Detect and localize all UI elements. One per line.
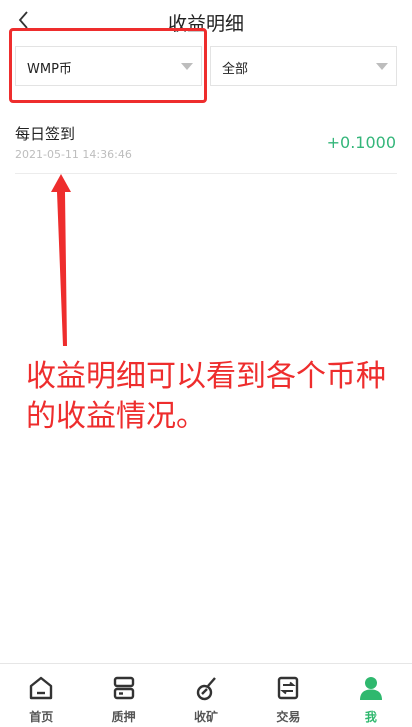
tab-label: 交易: [276, 710, 301, 724]
type-select[interactable]: 全部: [210, 46, 397, 86]
record-time: 2021-05-11 14:36:46: [15, 148, 132, 161]
bottom-tab-bar: 首页 质押 收矿 交易 我: [0, 663, 412, 727]
annotation-text: 收益明细可以看到各个币种的收益情况。: [26, 359, 386, 434]
caret-down-icon: [376, 63, 388, 70]
annotation-highlight-box: [9, 28, 207, 103]
trade-icon: [278, 676, 299, 700]
profile-icon: [359, 677, 382, 700]
tab-label: 质押: [111, 710, 136, 724]
tab-label: 首页: [29, 710, 54, 724]
home-icon: [30, 676, 53, 700]
tab-profile[interactable]: 我: [330, 664, 412, 727]
tab-pledge[interactable]: 质押: [82, 664, 164, 727]
record-amount: +0.1000: [326, 133, 396, 152]
mining-icon: [196, 677, 216, 701]
tab-trade[interactable]: 交易: [247, 664, 329, 727]
tab-label: 收矿: [194, 710, 219, 724]
tab-mining[interactable]: 收矿: [165, 664, 247, 727]
list-item: 每日签到 2021-05-11 14:36:46 +0.1000: [15, 116, 397, 174]
record-name: 每日签到: [15, 125, 76, 143]
pledge-icon: [113, 676, 134, 700]
tab-home[interactable]: 首页: [0, 664, 82, 727]
annotation-arrow: [51, 174, 71, 346]
tab-label: 我: [364, 710, 377, 724]
type-select-value: 全部: [222, 62, 249, 77]
